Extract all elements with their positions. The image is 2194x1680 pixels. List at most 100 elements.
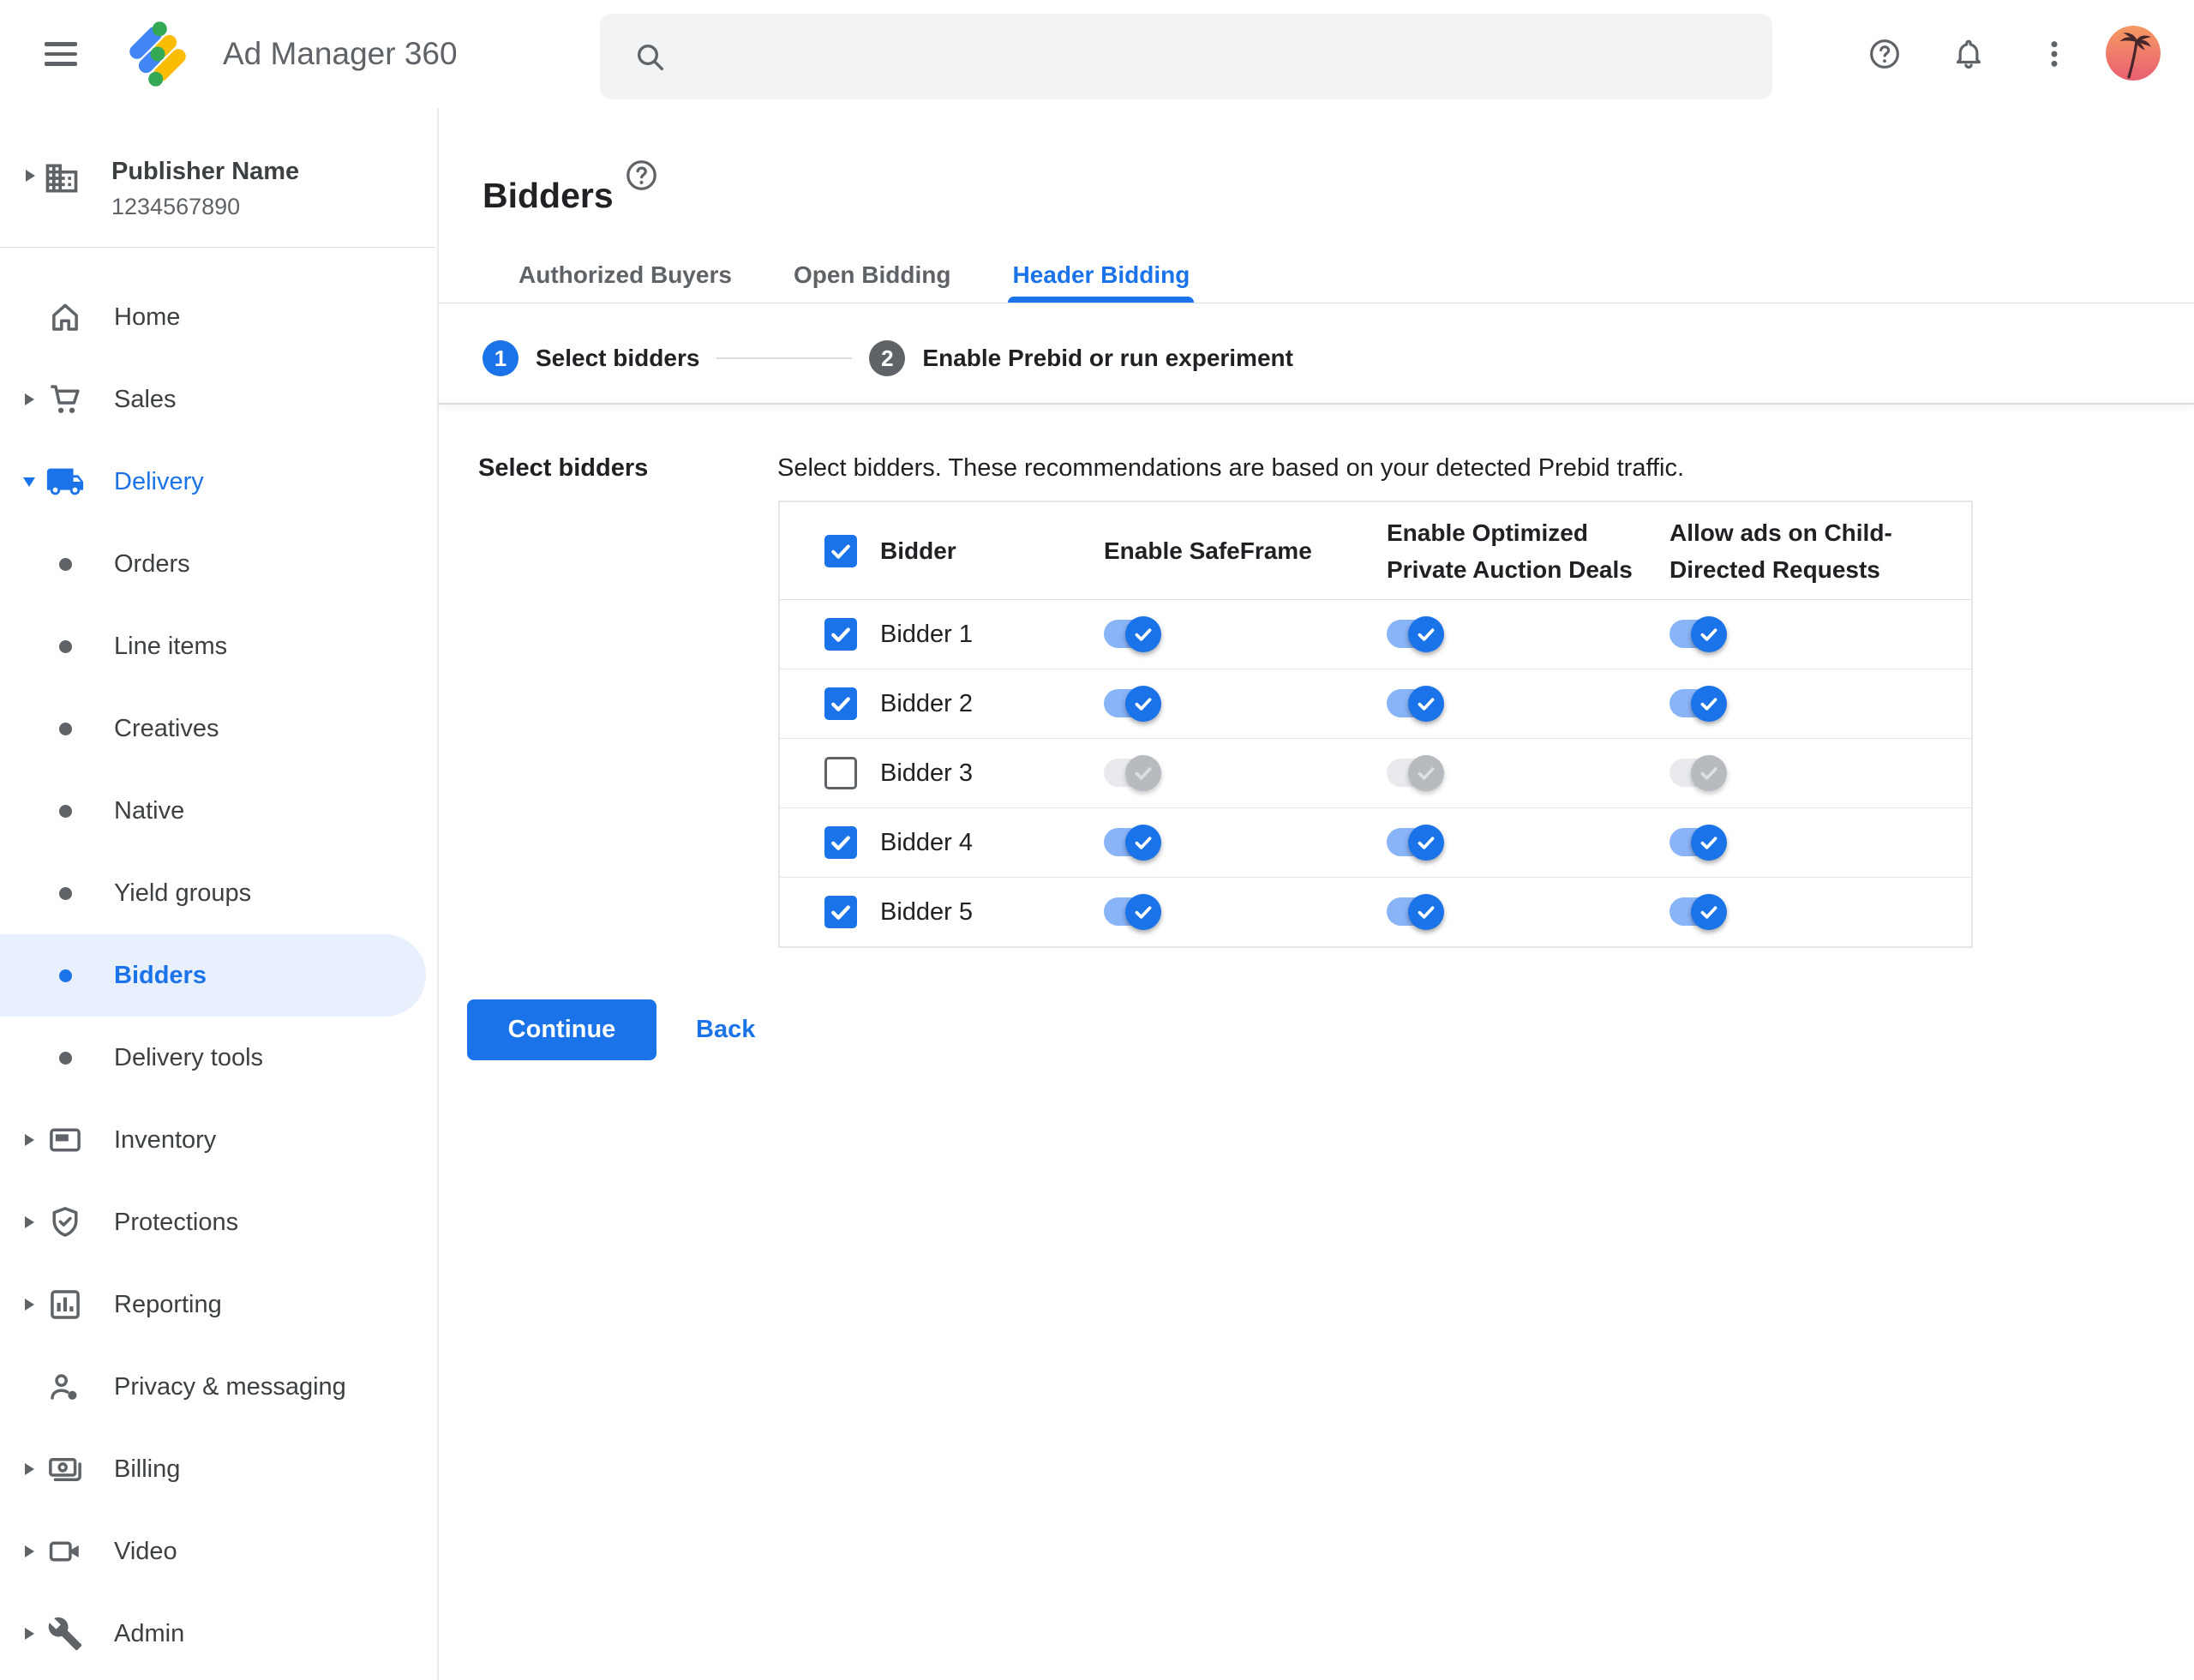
back-link[interactable]: Back: [696, 999, 755, 1060]
sidebar-item-bidders[interactable]: Bidders: [0, 934, 426, 1017]
sidebar-item-delivery-tools[interactable]: Delivery tools: [0, 1017, 435, 1099]
optimized-deals-toggle[interactable]: [1387, 894, 1444, 930]
select-all-checkbox[interactable]: [824, 534, 857, 567]
bullet-icon: [45, 544, 85, 584]
sidebar-item-label: Billing: [114, 1455, 181, 1483]
sidebar-item-home[interactable]: Home: [0, 276, 435, 358]
child-directed-toggle[interactable]: [1669, 825, 1727, 861]
column-header-bidder: Bidder: [880, 537, 956, 564]
optimized-deals-toggle[interactable]: [1387, 616, 1444, 652]
column-header-safeframe: Enable SafeFrame: [1104, 537, 1312, 564]
page-title-help-icon[interactable]: [624, 158, 659, 193]
sidebar-item-admin[interactable]: Admin: [0, 1593, 435, 1675]
row-checkbox[interactable]: [824, 618, 857, 651]
sidebar-item-label: Yield groups: [114, 879, 252, 907]
top-bar: Ad Manager 360: [0, 0, 2194, 110]
table-row-bidder-1: Bidder 1: [780, 600, 1971, 669]
more-vert-icon[interactable]: [2037, 37, 2071, 71]
expand-right-icon: [19, 1628, 39, 1640]
sidebar-item-label: Inventory: [114, 1125, 217, 1154]
notifications-bell-icon[interactable]: [1951, 37, 1986, 71]
tab-open-bidding[interactable]: Open Bidding: [789, 254, 956, 303]
publisher-name: Publisher Name: [111, 158, 300, 185]
table-body: Bidder 1 Bidder 2 Bidder 3 Bidder 4 Bidder 5: [780, 600, 1971, 946]
shield-icon: [45, 1203, 85, 1242]
report-icon: [45, 1285, 85, 1324]
sidebar-nav: Home Sales Delivery Orders Line items Creativ…: [0, 276, 435, 1675]
child-directed-toggle[interactable]: [1669, 686, 1727, 722]
safeframe-toggle[interactable]: [1104, 616, 1161, 652]
tab-header-bidding[interactable]: Header Bidding: [1008, 254, 1195, 303]
video-icon: [45, 1532, 85, 1571]
billing-icon: [45, 1449, 85, 1489]
bidder-name: Bidder 1: [880, 620, 974, 648]
table-description: Select bidders. These recommendations ar…: [777, 454, 1685, 482]
column-header-optimized-deals: Enable Optimized Private Auction Deals: [1387, 519, 1633, 583]
sidebar-item-label: Native: [114, 796, 185, 825]
child-directed-toggle[interactable]: [1669, 755, 1727, 791]
sidebar-item-creatives[interactable]: Creatives: [0, 687, 435, 770]
optimized-deals-toggle[interactable]: [1387, 755, 1444, 791]
sidebar-item-native[interactable]: Native: [0, 770, 435, 852]
ad-manager-app: Ad Manager 360 Publisher Name 1234567890…: [0, 0, 2194, 1680]
app-title: Ad Manager 360: [223, 36, 458, 71]
tab-authorized-buyers[interactable]: Authorized Buyers: [514, 254, 736, 303]
sidebar-item-video[interactable]: Video: [0, 1510, 435, 1593]
sidebar-item-line-items[interactable]: Line items: [0, 605, 435, 687]
sidebar-item-label: Bidders: [114, 961, 207, 989]
bullet-icon: [45, 1038, 85, 1077]
sidebar-item-yield-groups[interactable]: Yield groups: [0, 852, 435, 934]
sidebar-item-inventory[interactable]: Inventory: [0, 1099, 435, 1181]
section-divider: [439, 403, 2194, 405]
building-icon: [43, 159, 81, 197]
optimized-deals-toggle[interactable]: [1387, 825, 1444, 861]
child-directed-toggle[interactable]: [1669, 894, 1727, 930]
row-checkbox[interactable]: [824, 757, 857, 789]
bidder-name: Bidder 5: [880, 897, 974, 926]
help-icon[interactable]: [1867, 37, 1902, 71]
sidebar-item-label: Protections: [114, 1208, 239, 1236]
sidebar-item-orders[interactable]: Orders: [0, 523, 435, 605]
safeframe-toggle[interactable]: [1104, 825, 1161, 861]
inventory-icon: [45, 1120, 85, 1160]
avatar[interactable]: [2106, 26, 2161, 81]
step-1-circle: 1: [483, 340, 519, 376]
stepper: 1 Select bidders 2 Enable Prebid or run exp…: [483, 340, 1293, 376]
safeframe-toggle[interactable]: [1104, 686, 1161, 722]
continue-button[interactable]: Continue: [467, 999, 656, 1060]
collapse-down-icon: [19, 477, 39, 487]
sidebar-item-billing[interactable]: Billing: [0, 1428, 435, 1510]
sidebar-item-delivery[interactable]: Delivery: [0, 441, 435, 523]
section-label: Select bidders: [478, 454, 649, 482]
search-bar[interactable]: [600, 14, 1772, 99]
bidder-name: Bidder 2: [880, 689, 974, 717]
bullet-icon: [45, 956, 85, 995]
bullet-icon: [45, 873, 85, 913]
search-icon: [632, 39, 667, 74]
optimized-deals-toggle[interactable]: [1387, 686, 1444, 722]
row-checkbox[interactable]: [824, 896, 857, 928]
ad-manager-logo: [122, 18, 194, 90]
sidebar-item-protections[interactable]: Protections: [0, 1181, 435, 1263]
step-1-label: Select bidders: [536, 345, 700, 371]
safeframe-toggle[interactable]: [1104, 755, 1161, 791]
table-row-bidder-3: Bidder 3: [780, 739, 1971, 808]
truck-icon: [45, 462, 85, 501]
expand-right-icon: [19, 1299, 39, 1311]
sidebar: Publisher Name 1234567890 Home Sales Deliv…: [0, 108, 439, 1680]
sidebar-item-reporting[interactable]: Reporting: [0, 1263, 435, 1346]
bullet-icon: [45, 791, 85, 831]
sidebar-item-privacy-messaging[interactable]: Privacy & messaging: [0, 1346, 435, 1428]
row-checkbox[interactable]: [824, 826, 857, 859]
safeframe-toggle[interactable]: [1104, 894, 1161, 930]
child-directed-toggle[interactable]: [1669, 616, 1727, 652]
publisher-selector[interactable]: Publisher Name 1234567890: [0, 129, 435, 230]
row-checkbox[interactable]: [824, 687, 857, 720]
table-row-bidder-5: Bidder 5: [780, 878, 1971, 946]
sidebar-item-sales[interactable]: Sales: [0, 358, 435, 441]
menu-icon[interactable]: [45, 42, 77, 66]
bullet-icon: [45, 709, 85, 748]
sidebar-item-label: Video: [114, 1537, 177, 1565]
search-input[interactable]: [687, 41, 1747, 72]
cart-icon: [45, 380, 85, 419]
